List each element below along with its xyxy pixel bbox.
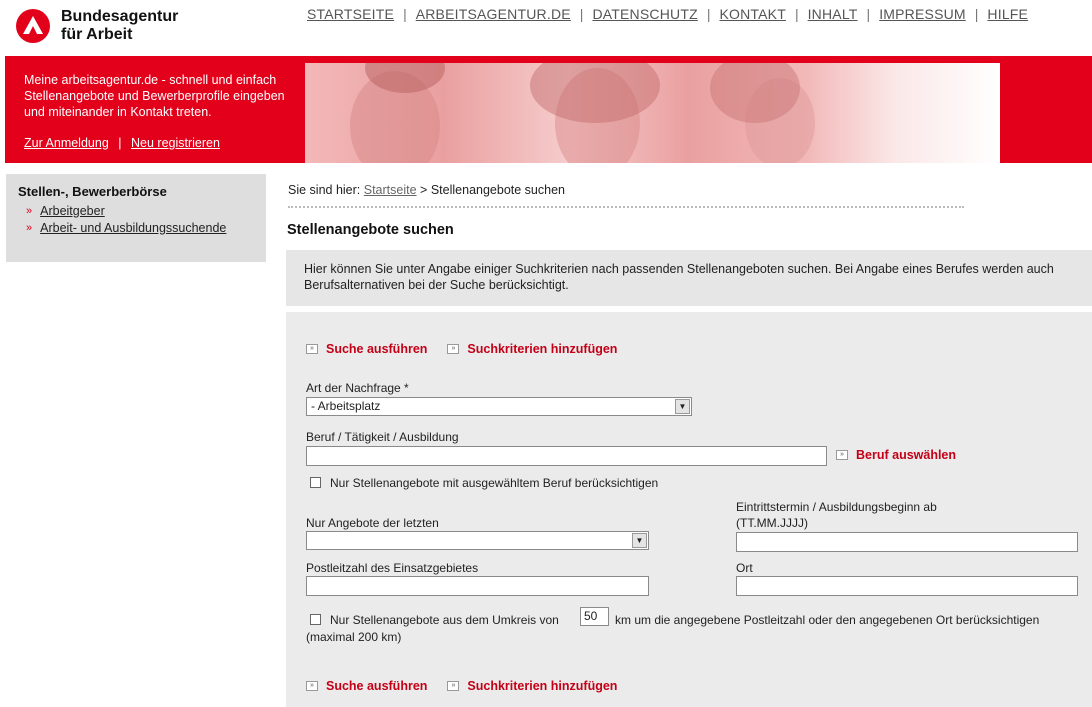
register-link[interactable]: Neu registrieren <box>131 136 220 150</box>
page-title: Stellenangebote suchen <box>287 222 454 238</box>
umkreis-suffix: km um die angegebene Postleitzahl oder d… <box>615 613 1040 627</box>
banner-links: Zur Anmeldung | Neu registrieren <box>24 136 220 150</box>
nav-separator: | <box>403 6 407 22</box>
only-selected-checkbox[interactable] <box>310 477 321 488</box>
eintritt-input[interactable] <box>736 532 1078 552</box>
eintritt-label-line-1: Eintrittstermin / Ausbildungsbeginn ab <box>736 500 937 514</box>
art-select-value: - Arbeitsplatz <box>311 399 381 413</box>
search-button-label: Suche ausführen <box>326 342 428 356</box>
banner-link-separator: | <box>118 136 122 150</box>
nav-hilfe[interactable]: HILFE <box>987 6 1028 22</box>
search-button[interactable]: » Suche ausführen <box>306 679 427 693</box>
logo-text: Bundesagentur für Arbeit <box>61 8 178 44</box>
double-chevron-icon: » <box>447 681 460 691</box>
eintritt-label-line-2: (TT.MM.JJJJ) <box>736 516 808 530</box>
nav-separator: | <box>866 6 871 22</box>
banner-text: Meine arbeitsagentur.de - schnell und ei… <box>24 73 285 119</box>
search-button-label: Suche ausführen <box>326 679 428 693</box>
beruf-input[interactable] <box>306 446 827 466</box>
add-criteria-button[interactable]: » Suchkriterien hinzufügen <box>447 342 617 356</box>
info-box: Hier können Sie unter Angabe einiger Suc… <box>286 250 1092 306</box>
sidebar: Stellen-, Bewerberbörse » Arbeitgeber » … <box>6 174 266 262</box>
login-link[interactable]: Zur Anmeldung <box>24 136 109 150</box>
logo[interactable]: Bundesagentur für Arbeit <box>16 8 178 44</box>
dropdown-arrow-icon: ▼ <box>632 533 647 548</box>
only-selected-label: Nur Stellenangebote mit ausgewähltem Ber… <box>330 476 659 490</box>
dotted-divider <box>288 206 964 208</box>
double-chevron-icon: » <box>306 681 318 691</box>
banner: Meine arbeitsagentur.de - schnell und ei… <box>5 56 1092 163</box>
double-chevron-icon: » <box>306 344 318 354</box>
nav-kontakt[interactable]: KONTAKT <box>719 6 785 22</box>
add-criteria-label: Suchkriterien hinzufügen <box>467 679 618 693</box>
sidebar-title: Stellen-, Bewerberbörse <box>18 184 167 199</box>
breadcrumb: Sie sind hier: Startseite > Stellenangeb… <box>288 183 565 197</box>
umkreis-checkbox[interactable] <box>310 614 321 625</box>
form-actions-top: » Suche ausführen » Suchkriterien hinzuf… <box>306 342 637 356</box>
nav-arbeitsagentur[interactable]: ARBEITSAGENTUR.DE <box>416 6 571 22</box>
ba-logo-icon <box>16 9 50 43</box>
sidebar-item-arbeitsuchende[interactable]: » Arbeit- und Ausbildungssuchende <box>26 221 254 235</box>
beruf-select-button[interactable]: » Beruf auswählen <box>836 448 956 462</box>
add-criteria-label: Suchkriterien hinzufügen <box>467 342 618 356</box>
nav-separator: | <box>974 6 979 22</box>
recent-label: Nur Angebote der letzten <box>306 516 439 530</box>
art-label: Art der Nachfrage * <box>306 381 409 395</box>
chevron-right-icon: » <box>26 205 33 217</box>
breadcrumb-prefix: Sie sind hier: <box>288 183 361 197</box>
nav-startseite[interactable]: STARTSEITE <box>307 6 394 22</box>
search-button[interactable]: » Suche ausführen <box>306 342 427 356</box>
beruf-label: Beruf / Tätigkeit / Ausbildung <box>306 430 459 444</box>
ort-input[interactable] <box>736 576 1078 596</box>
breadcrumb-home-link[interactable]: Startseite <box>364 183 417 197</box>
breadcrumb-separator: > <box>420 183 428 197</box>
banner-photo <box>305 63 1000 163</box>
ort-label: Ort <box>736 561 753 575</box>
form-actions-bottom: » Suche ausführen » Suchkriterien hinzuf… <box>306 679 637 693</box>
plz-input[interactable] <box>306 576 649 596</box>
eintritt-label: Eintrittstermin / Ausbildungsbeginn ab (… <box>736 499 937 531</box>
top-navigation: STARTSEITE | ARBEITSAGENTUR.DE | DATENSC… <box>307 6 1028 22</box>
umkreis-input[interactable]: 50 <box>580 607 609 626</box>
nav-separator: | <box>706 6 711 22</box>
nav-separator: | <box>579 6 584 22</box>
search-form: » Suche ausführen » Suchkriterien hinzuf… <box>286 312 1092 707</box>
double-chevron-icon: » <box>836 450 848 460</box>
nav-impressum[interactable]: IMPRESSUM <box>879 6 966 22</box>
double-chevron-icon: » <box>447 344 460 354</box>
dropdown-arrow-icon: ▼ <box>675 399 690 414</box>
nav-inhalt[interactable]: INHALT <box>808 6 858 22</box>
plz-label: Postleitzahl des Einsatzgebietes <box>306 561 479 575</box>
sidebar-item-label[interactable]: Arbeit- und Ausbildungssuchende <box>40 221 226 235</box>
sidebar-item-arbeitgeber[interactable]: » Arbeitgeber <box>26 204 254 218</box>
nav-datenschutz[interactable]: DATENSCHUTZ <box>592 6 697 22</box>
beruf-select-label: Beruf auswählen <box>856 448 957 462</box>
add-criteria-button[interactable]: » Suchkriterien hinzufügen <box>447 679 617 693</box>
art-select[interactable]: - Arbeitsplatz ▼ <box>306 397 692 416</box>
recent-select[interactable]: ▼ <box>306 531 649 550</box>
logo-line-2: für Arbeit <box>61 26 133 43</box>
logo-line-1: Bundesagentur <box>61 8 179 25</box>
umkreis-note: (maximal 200 km) <box>306 630 402 644</box>
breadcrumb-current: Stellenangebote suchen <box>430 183 565 197</box>
umkreis-prefix: Nur Stellenangebote aus dem Umkreis von <box>330 613 559 627</box>
sidebar-item-label[interactable]: Arbeitgeber <box>40 204 105 218</box>
nav-separator: | <box>794 6 799 22</box>
chevron-right-icon: » <box>26 222 33 234</box>
